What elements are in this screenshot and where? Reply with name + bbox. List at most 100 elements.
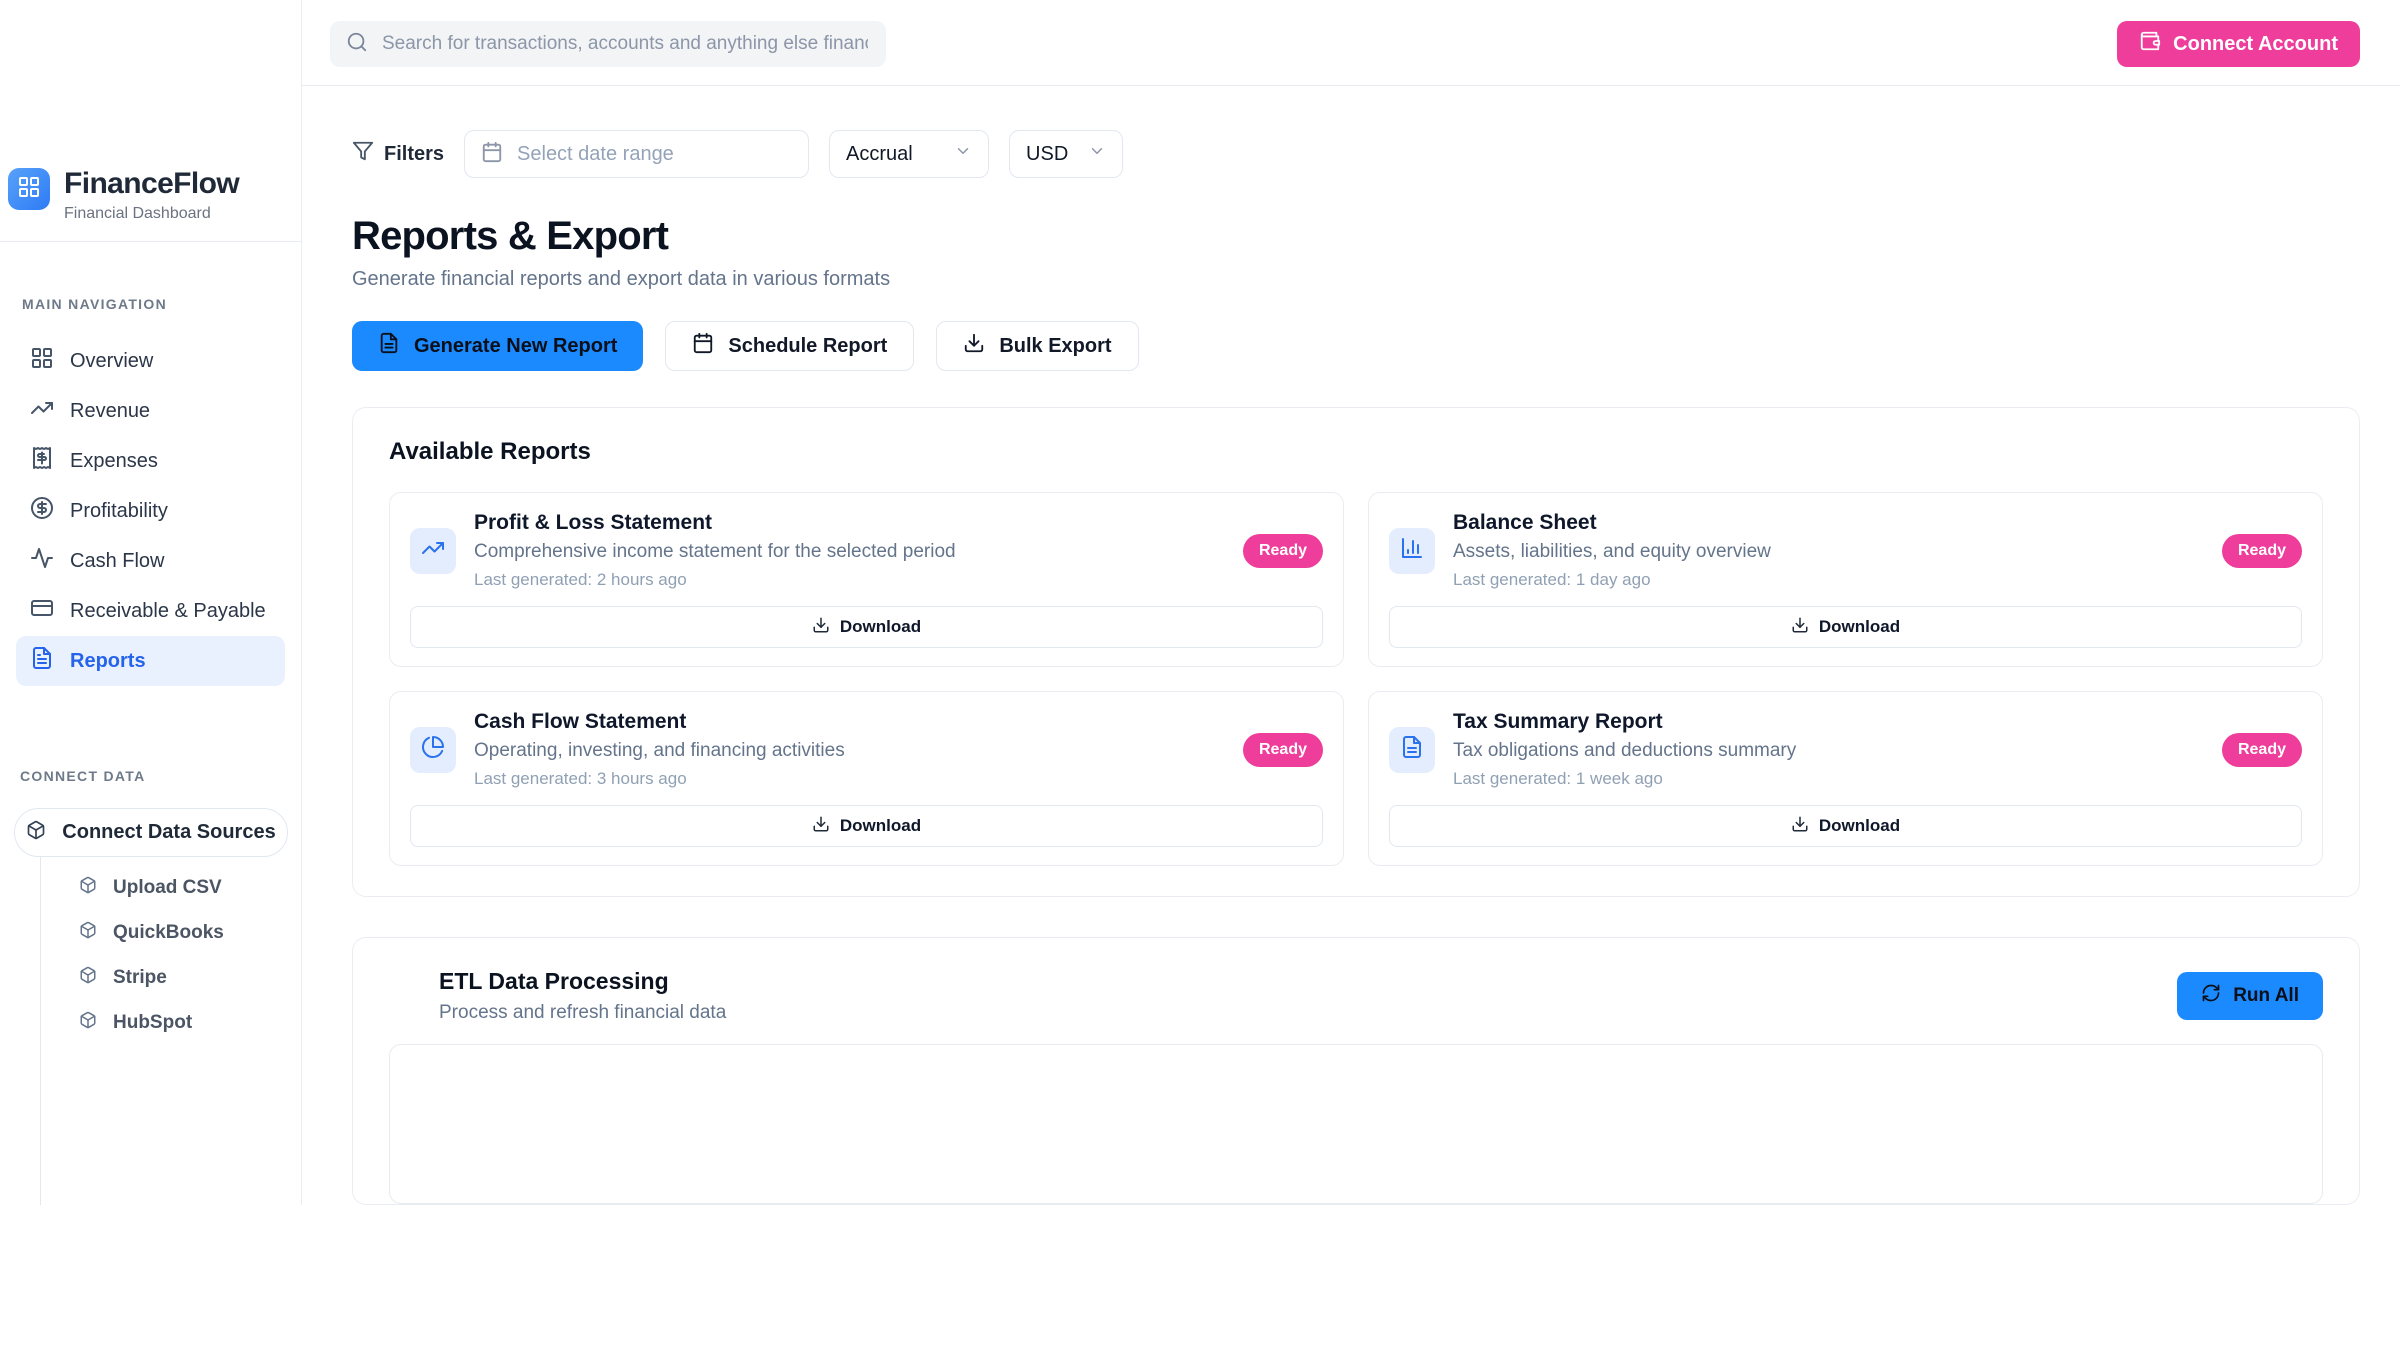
sidebar-item-expenses[interactable]: Expenses (16, 436, 285, 486)
run-all-button[interactable]: Run All (2177, 972, 2323, 1020)
report-card-profit-loss: Profit & Loss Statement Comprehensive in… (389, 492, 1344, 667)
page-header: Reports & Export Generate financial repo… (352, 214, 2360, 291)
connect-account-button[interactable]: Connect Account (2117, 21, 2360, 67)
download-icon (1791, 616, 1809, 639)
card-top: Cash Flow Statement Operating, investing… (410, 710, 1323, 789)
sidebar-item-revenue[interactable]: Revenue (16, 386, 285, 436)
connect-data-sources-button[interactable]: Connect Data Sources (14, 808, 288, 857)
dollar-circle-icon (30, 496, 54, 526)
package-icon (79, 966, 97, 990)
file-text-icon (1400, 735, 1424, 764)
page-title: Reports & Export (352, 214, 2360, 259)
connect-account-label: Connect Account (2173, 33, 2338, 56)
source-item-upload-csv[interactable]: Upload CSV (41, 865, 287, 910)
package-icon (79, 876, 97, 900)
file-text-icon (30, 646, 54, 676)
main-area: Connect Account Filters Accrual (302, 0, 2400, 1205)
download-button[interactable]: Download (1389, 606, 2302, 648)
status-badge: Ready (1243, 534, 1323, 568)
run-all-label: Run All (2233, 985, 2299, 1007)
database-icon (389, 979, 419, 1014)
accounting-basis-select[interactable]: Accrual (829, 130, 989, 178)
download-label: Download (840, 816, 921, 836)
etl-header: ETL Data Processing Process and refresh … (389, 968, 2323, 1024)
source-item-label: Stripe (113, 967, 167, 989)
download-button[interactable]: Download (410, 606, 1323, 648)
credit-card-icon (30, 596, 54, 626)
card-info: Balance Sheet Assets, liabilities, and e… (1453, 511, 2204, 590)
sidebar-item-receivable-payable[interactable]: Receivable & Payable (16, 586, 285, 636)
search-input[interactable] (380, 32, 870, 56)
report-title: Profit & Loss Statement (474, 511, 1225, 535)
card-info: Tax Summary Report Tax obligations and d… (1453, 710, 2204, 789)
download-button[interactable]: Download (1389, 805, 2302, 847)
bulk-export-button[interactable]: Bulk Export (936, 321, 1138, 371)
report-last-generated: Last generated: 3 hours ago (474, 769, 1225, 789)
report-description: Comprehensive income statement for the s… (474, 541, 1225, 563)
calendar-icon (481, 141, 503, 168)
sidebar-item-label: Reports (70, 650, 146, 673)
download-button[interactable]: Download (410, 805, 1323, 847)
sidebar-item-label: Profitability (70, 500, 168, 523)
report-description: Tax obligations and deductions summary (1453, 740, 2204, 762)
accounting-basis-value: Accrual (846, 143, 913, 166)
source-item-stripe[interactable]: Stripe (41, 955, 287, 1000)
filters-toggle[interactable]: Filters (352, 140, 444, 168)
sidebar-item-overview[interactable]: Overview (16, 336, 285, 386)
sidebar-item-label: Expenses (70, 450, 158, 473)
trending-up-icon (30, 396, 54, 426)
download-icon (812, 815, 830, 838)
generate-new-report-button[interactable]: Generate New Report (352, 321, 643, 371)
data-sources-list: Upload CSV QuickBooks Stripe HubSpot (40, 857, 287, 1205)
date-range-picker[interactable] (464, 130, 809, 178)
report-actions: Generate New Report Schedule Report Bulk… (352, 321, 2360, 371)
sidebar-item-cash-flow[interactable]: Cash Flow (16, 536, 285, 586)
etl-text: ETL Data Processing Process and refresh … (439, 968, 726, 1024)
refresh-icon (2201, 983, 2221, 1009)
status-badge: Ready (2222, 733, 2302, 767)
card-icon-box (410, 727, 456, 773)
source-item-label: HubSpot (113, 1012, 192, 1034)
available-reports-title: Available Reports (389, 438, 2323, 466)
sidebar-item-profitability[interactable]: Profitability (16, 486, 285, 536)
card-icon-box (1389, 528, 1435, 574)
grid-icon (17, 175, 41, 204)
sidebar-item-label: Revenue (70, 400, 150, 423)
brand-name: FinanceFlow (64, 168, 239, 200)
connect-data-sources-label: Connect Data Sources (62, 821, 275, 844)
search-bar[interactable] (330, 21, 886, 67)
report-last-generated: Last generated: 1 week ago (1453, 769, 2204, 789)
report-title: Tax Summary Report (1453, 710, 2204, 734)
receipt-icon (30, 446, 54, 476)
nav-list: Overview Revenue Expenses Profitability … (16, 336, 285, 686)
available-reports-panel: Available Reports Profit & Loss Statemen… (352, 407, 2360, 897)
etl-subtitle: Process and refresh financial data (439, 1002, 726, 1024)
source-item-quickbooks[interactable]: QuickBooks (41, 910, 287, 955)
sidebar: FinanceFlow Financial Dashboard MAIN NAV… (0, 0, 302, 1205)
source-item-hubspot[interactable]: HubSpot (41, 1000, 287, 1045)
sidebar-item-reports[interactable]: Reports (16, 636, 285, 686)
connect-data-label: CONNECT DATA (14, 768, 287, 784)
schedule-report-button[interactable]: Schedule Report (665, 321, 914, 371)
report-description: Assets, liabilities, and equity overview (1453, 541, 2204, 563)
card-icon-box (1389, 727, 1435, 773)
connect-data-section: CONNECT DATA Connect Data Sources Upload… (0, 768, 301, 1205)
bar-chart-icon (1400, 536, 1424, 565)
card-top: Profit & Loss Statement Comprehensive in… (410, 511, 1323, 590)
etl-jobs-box (389, 1044, 2323, 1204)
wallet-icon (2139, 30, 2161, 58)
schedule-report-label: Schedule Report (728, 335, 887, 358)
source-item-label: QuickBooks (113, 922, 224, 944)
main-nav-label: MAIN NAVIGATION (16, 296, 285, 312)
funnel-icon (352, 140, 374, 168)
date-range-input[interactable] (515, 142, 792, 167)
page-subtitle: Generate financial reports and export da… (352, 268, 2360, 291)
chevron-down-icon (1088, 142, 1106, 166)
download-label: Download (1819, 816, 1900, 836)
brand-subtitle: Financial Dashboard (64, 205, 239, 223)
currency-select[interactable]: USD (1009, 130, 1123, 178)
source-item-label: Upload CSV (113, 877, 222, 899)
pie-chart-icon (421, 735, 445, 764)
sidebar-item-label: Receivable & Payable (70, 600, 266, 623)
filters-row: Filters Accrual USD (352, 130, 2360, 178)
